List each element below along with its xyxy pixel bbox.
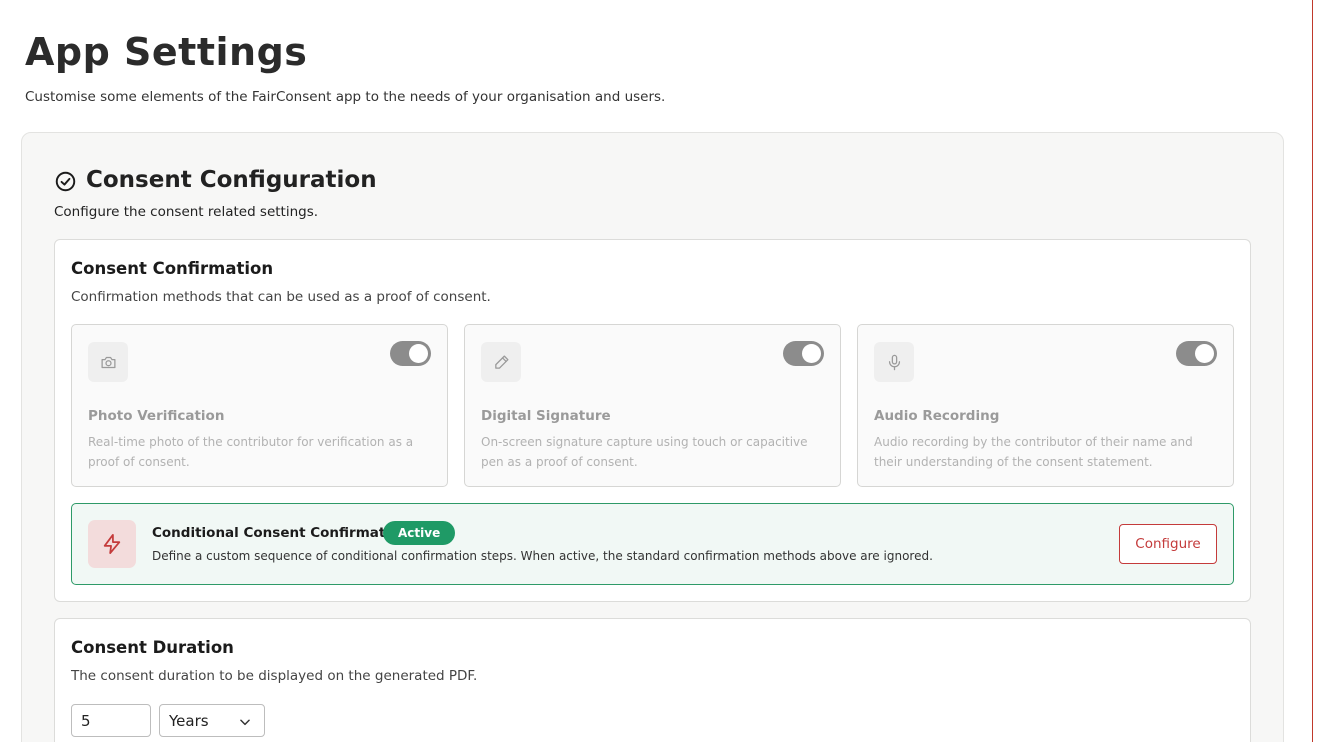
camera-icon <box>88 342 128 382</box>
method-title: Photo Verification <box>88 408 225 424</box>
right-edge-divider <box>1312 0 1313 742</box>
pen-icon <box>481 342 521 382</box>
section-title: Consent Configuration <box>86 167 377 193</box>
method-description: On-screen signature capture using touch … <box>481 435 808 469</box>
method-title: Digital Signature <box>481 408 611 424</box>
page-title: App Settings <box>25 30 308 74</box>
method-title: Audio Recording <box>874 408 1000 424</box>
duration-unit-select[interactable]: Years <box>159 704 265 737</box>
conditional-consent-description: Define a custom sequence of conditional … <box>152 549 933 563</box>
chevron-down-icon <box>240 719 250 726</box>
duration-unit-value: Years <box>169 712 209 730</box>
method-card-digital-signature: Digital Signature On-screen signature ca… <box>464 324 841 487</box>
toggle-knob <box>1195 344 1214 363</box>
conditional-consent-title: Conditional Consent Confirmation <box>152 525 409 541</box>
consent-duration-title: Consent Duration <box>71 638 234 657</box>
toggle-knob <box>409 344 428 363</box>
configure-button[interactable]: Configure <box>1119 524 1217 564</box>
photo-verification-toggle[interactable] <box>390 341 431 366</box>
consent-confirmation-subtitle: Confirmation methods that can be used as… <box>71 289 491 305</box>
consent-duration-subtitle: The consent duration to be displayed on … <box>71 668 478 684</box>
page-subtitle: Customise some elements of the FairConse… <box>25 89 666 105</box>
conditional-consent-banner: Conditional Consent Confirmation Active … <box>71 503 1234 585</box>
method-description: Real-time photo of the contributor for v… <box>88 435 414 469</box>
microphone-icon <box>874 342 914 382</box>
consent-confirmation-title: Consent Confirmation <box>71 259 274 278</box>
check-circle-icon <box>55 171 76 192</box>
method-card-audio-recording: Audio Recording Audio recording by the c… <box>857 324 1234 487</box>
toggle-knob <box>802 344 821 363</box>
audio-recording-toggle[interactable] <box>1176 341 1217 366</box>
lightning-icon <box>88 520 136 568</box>
method-card-photo-verification: Photo Verification Real-time photo of th… <box>71 324 448 487</box>
duration-value-input[interactable] <box>71 704 151 737</box>
status-badge: Active <box>383 521 456 545</box>
section-subtitle: Configure the consent related settings. <box>54 204 319 220</box>
digital-signature-toggle[interactable] <box>783 341 824 366</box>
method-description: Audio recording by the contributor of th… <box>874 435 1193 469</box>
